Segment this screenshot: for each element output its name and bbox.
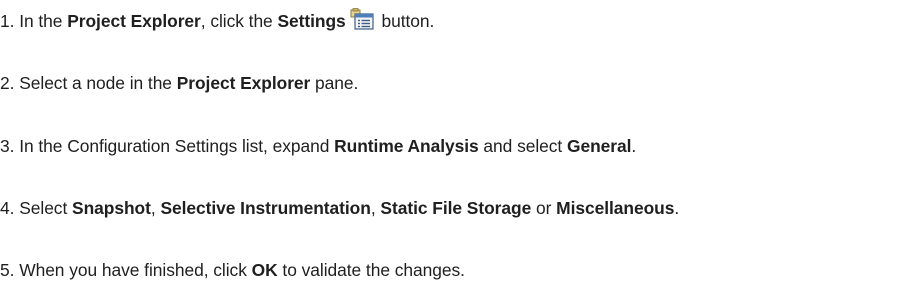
bold-term: Snapshot [72, 198, 151, 218]
step-text: pane. [310, 73, 359, 93]
step-number: 5. [0, 260, 15, 280]
step-text: , click the [200, 11, 278, 31]
step-5: 5. When you have finished, click OK to v… [0, 255, 465, 285]
step-text: In the [19, 11, 68, 31]
step-text: or [531, 198, 557, 218]
bold-term: Runtime Analysis [334, 136, 479, 156]
bold-term: Static File Storage [380, 198, 532, 218]
step-4: 4. Select Snapshot, Selective Instrument… [0, 193, 679, 223]
step-text: , [150, 198, 161, 218]
step-text: In the Configuration Settings list, expa… [19, 136, 335, 156]
step-text: , [370, 198, 381, 218]
step-text: Select a node in the [19, 73, 177, 93]
bold-term: Selective Instrumentation [160, 198, 371, 218]
bold-term: Project Explorer [176, 73, 311, 93]
step-text: When you have finished, click [19, 260, 252, 280]
bold-term: Miscellaneous [556, 198, 675, 218]
bold-term: General [566, 136, 632, 156]
step-1: 1. In the Project Explorer, click the Se… [0, 6, 434, 36]
step-number: 2. [0, 73, 15, 93]
bold-term: Settings [277, 11, 346, 31]
step-number: 4. [0, 198, 15, 218]
step-number: 3. [0, 136, 15, 156]
step-text: to validate the changes. [277, 260, 465, 280]
step-text: Select [19, 198, 73, 218]
step-2: 2. Select a node in the Project Explorer… [0, 68, 358, 98]
step-text: button. [376, 11, 435, 31]
step-number: 1. [0, 11, 15, 31]
bold-term: OK [251, 260, 278, 280]
step-text: and select [478, 136, 567, 156]
settings-icon [349, 8, 375, 31]
bold-term: Project Explorer [67, 11, 201, 31]
step-3: 3. In the Configuration Settings list, e… [0, 131, 636, 161]
step-text: . [674, 198, 680, 218]
step-text: . [631, 136, 637, 156]
